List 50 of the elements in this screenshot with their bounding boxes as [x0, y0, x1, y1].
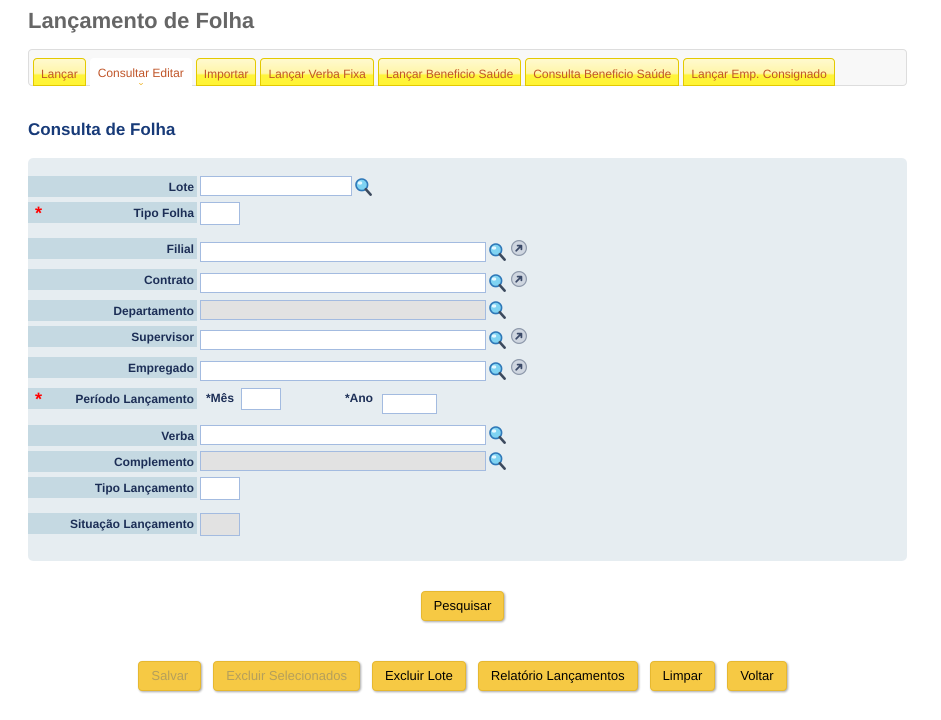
field-label: Supervisor — [131, 328, 195, 346]
input-field[interactable] — [200, 330, 486, 350]
tab[interactable]: Consulta Beneficio Saúde — [525, 58, 680, 86]
field-label: Complemento — [114, 454, 195, 470]
required-marker: * — [34, 204, 42, 222]
tab[interactable]: Lançar — [33, 58, 86, 86]
input-field[interactable] — [241, 388, 282, 410]
field-label: Lote — [168, 178, 195, 196]
field-label: Verba — [161, 428, 196, 444]
action-button[interactable]: Voltar — [727, 661, 787, 691]
period-label: *Mês — [206, 390, 234, 407]
tab[interactable]: Importar — [196, 58, 256, 86]
input-field[interactable] — [200, 425, 486, 445]
tab[interactable]: Consultar Editar — [90, 58, 192, 86]
tab[interactable]: Lançar Verba Fixa — [260, 58, 374, 86]
field-label: Situação Lançamento — [70, 516, 195, 532]
input-field[interactable] — [200, 242, 486, 262]
field-label: Departamento — [113, 302, 195, 320]
arrow-circle-icon[interactable] — [511, 240, 527, 256]
action-button[interactable]: Excluir Lote — [372, 661, 466, 691]
input-field[interactable] — [382, 394, 438, 414]
input-field[interactable] — [200, 273, 486, 293]
search-icon[interactable] — [489, 426, 506, 444]
input-field[interactable] — [200, 477, 240, 500]
field-label: Empregado — [128, 360, 195, 376]
section-title: Consulta de Folha — [28, 120, 176, 140]
search-button[interactable]: Pesquisar — [420, 591, 504, 621]
input-field[interactable] — [200, 361, 486, 381]
search-icon[interactable] — [489, 362, 506, 380]
search-icon[interactable] — [489, 274, 506, 292]
tab[interactable]: Lançar Emp. Consignado — [683, 58, 835, 86]
search-icon[interactable] — [355, 178, 372, 196]
arrow-circle-icon[interactable] — [511, 271, 527, 287]
field-label: Contrato — [144, 272, 195, 288]
input-field[interactable] — [200, 176, 352, 196]
search-icon[interactable] — [489, 243, 506, 261]
field-label: Tipo Folha — [134, 204, 196, 222]
tab[interactable]: Lançar Beneficio Saúde — [378, 58, 522, 86]
field-label: Período Lançamento — [75, 390, 195, 408]
field-label: Filial — [166, 240, 195, 258]
input-field[interactable] — [200, 202, 240, 225]
arrow-circle-icon[interactable] — [511, 359, 527, 375]
action-button[interactable]: Limpar — [650, 661, 716, 691]
arrow-circle-icon[interactable] — [511, 328, 527, 344]
search-icon[interactable] — [489, 331, 506, 349]
action-button[interactable]: Relatório Lançamentos — [478, 661, 638, 691]
period-label: *Ano — [345, 390, 374, 407]
page-title: Lançamento de Folha — [28, 8, 256, 34]
required-marker: * — [34, 390, 42, 408]
field-label: Tipo Lançamento — [94, 480, 195, 496]
